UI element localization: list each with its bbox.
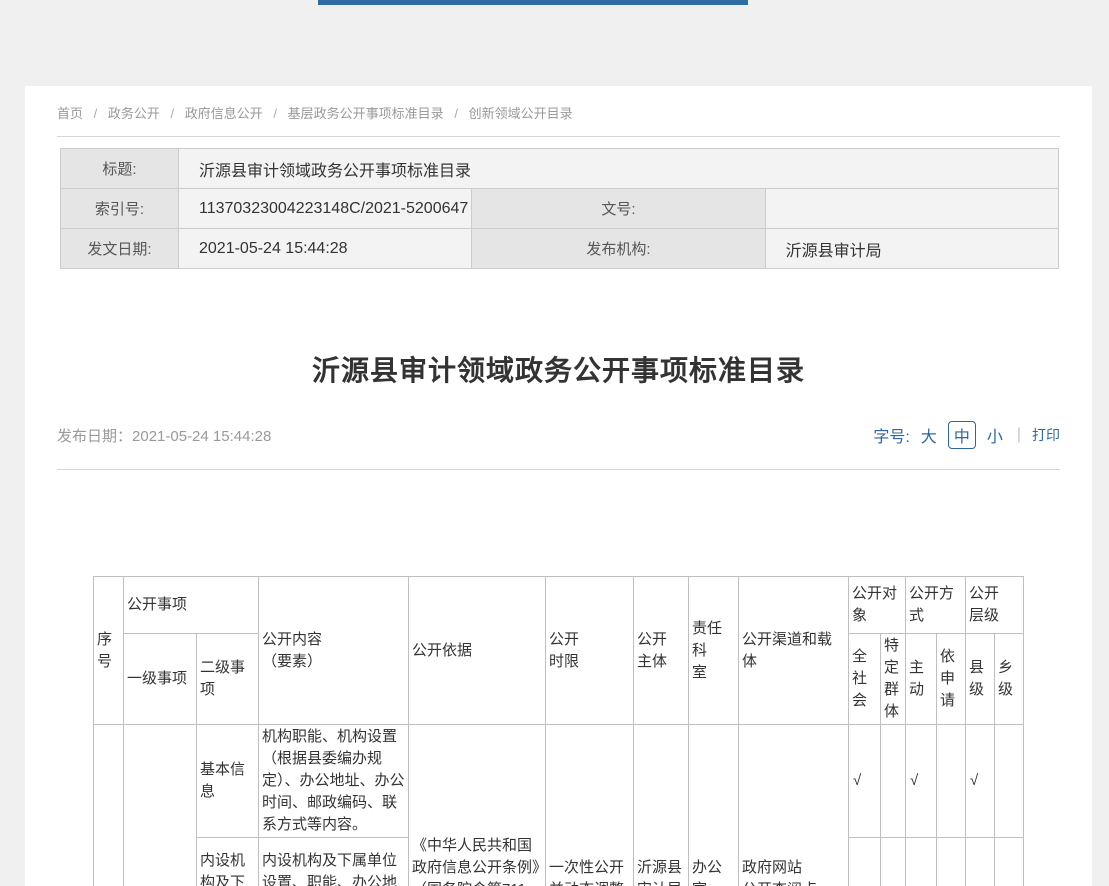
publish-date-value: 2021-05-24 15:44:28 [132, 428, 271, 445]
header-level-town: 乡 级 [995, 634, 1024, 725]
breadcrumb-item-government-info[interactable]: 政府信息公开 [185, 106, 263, 121]
cell-level2: 基本信息 [197, 725, 259, 838]
font-small-button[interactable]: 小 [984, 422, 1006, 448]
meta-index-label: 索引号: [61, 189, 179, 229]
cell-check-town [995, 725, 1024, 838]
cell-content: 机构职能、机构设置（根据县委编办规定）、办公地址、办公时间、邮政编码、联系方式等… [259, 725, 409, 838]
document-meta-table: 标题: 沂源县审计领域政务公开事项标准目录 索引号: 1137032300422… [60, 148, 1059, 269]
cell-check-specific [881, 725, 906, 838]
header-content: 公开内容 （要素） [259, 577, 409, 725]
breadcrumb-item-standard-catalog[interactable]: 基层政务公开事项标准目录 [288, 106, 444, 121]
breadcrumb-separator: / [273, 106, 277, 121]
breadcrumb: 首页 / 政务公开 / 政府信息公开 / 基层政务公开事项标准目录 / 创新领域… [57, 103, 1060, 136]
breadcrumb-separator: / [171, 106, 175, 121]
meta-date-value: 2021-05-24 15:44:28 [179, 229, 472, 269]
header-time-limit: 公开 时限 [546, 577, 634, 725]
cell-check-request [937, 725, 966, 838]
meta-org-label: 发布机构: [472, 229, 765, 269]
header-target-group: 公开对 象 [849, 577, 906, 634]
page-title: 沂源县审计领域政务公开事项标准目录 [57, 349, 1060, 389]
header-seq: 序 号 [94, 577, 124, 725]
cell-basis: 《中华人民共和国政府信息公开条例》（国务院令第711号） [409, 725, 546, 886]
meta-title-label: 标题: [61, 149, 179, 189]
cell-check-county: √ [966, 838, 995, 886]
cell-department: 办公室 [689, 725, 739, 886]
content-card: 首页 / 政务公开 / 政府信息公开 / 基层政务公开事项标准目录 / 创新领域… [25, 86, 1092, 886]
meta-row-title: 标题: 沂源县审计领域政务公开事项标准目录 [61, 149, 1059, 189]
cell-check-active: √ [906, 838, 937, 886]
header-subject: 公开 主体 [634, 577, 689, 725]
font-large-button[interactable]: 大 [918, 422, 940, 448]
cell-check-specific [881, 838, 906, 886]
cell-seq [94, 725, 124, 886]
breadcrumb-item-zhengwugongkai[interactable]: 政务公开 [108, 106, 160, 121]
meta-date-label: 发文日期: [61, 229, 179, 269]
header-level-group: 公开 层级 [966, 577, 1024, 634]
font-medium-button[interactable]: 中 [948, 421, 976, 449]
font-size-controls: 字号: 大 中 小 | 打印 [873, 421, 1060, 449]
header-level2: 二级事 项 [197, 634, 259, 725]
header-method-request: 依申 请 [937, 634, 966, 725]
cell-time-limit: 一次性公开并动态调整 [546, 725, 634, 886]
cell-level1 [124, 725, 197, 886]
publish-date-label: 发布日期： [57, 428, 132, 445]
meta-row-index: 索引号: 11370323004223148C/2021-5200647 文号: [61, 189, 1059, 229]
cell-subject: 沂源县审计局 [634, 725, 689, 886]
catalog-table: 序 号 公开事项 公开内容 （要素） 公开依据 公开 时限 公开 主体 责任科 … [93, 576, 1024, 886]
cell-check-all: √ [849, 725, 881, 838]
header-channel: 公开渠道和载 体 [739, 577, 849, 725]
cell-check-all: √ [849, 838, 881, 886]
top-nav-bar-fragment [318, 0, 748, 5]
font-size-label: 字号: [873, 423, 909, 447]
header-method-active: 主 动 [906, 634, 937, 725]
breadcrumb-item-current[interactable]: 创新领域公开目录 [469, 106, 573, 121]
cell-check-county: √ [966, 725, 995, 838]
breadcrumb-divider [57, 136, 1060, 137]
print-button[interactable]: 打印 [1032, 425, 1060, 445]
header-item-group: 公开事项 [124, 577, 259, 634]
publish-date: 发布日期：2021-05-24 15:44:28 [57, 425, 271, 446]
article-divider [57, 469, 1060, 470]
cell-check-request [937, 838, 966, 886]
vertical-divider: | [1017, 426, 1021, 444]
meta-org-value: 沂源县审计局 [765, 229, 1058, 269]
cell-channel: 政府网站 公开查阅点 [739, 725, 849, 886]
cell-check-town [995, 838, 1024, 886]
breadcrumb-separator: / [454, 106, 458, 121]
header-target-specific: 特 定 群 体 [881, 634, 906, 725]
meta-title-value: 沂源县审计领域政务公开事项标准目录 [179, 149, 1059, 189]
header-basis: 公开依据 [409, 577, 546, 725]
meta-row-date: 发文日期: 2021-05-24 15:44:28 发布机构: 沂源县审计局 [61, 229, 1059, 269]
header-level1: 一级事项 [124, 634, 197, 725]
cell-content: 内设机构及下属单位设置、职能、办公地址、办公时间、联系方式、负责人姓名 [259, 838, 409, 886]
cell-check-active: √ [906, 725, 937, 838]
table-row: 基本信息 机构职能、机构设置（根据县委编办规定）、办公地址、办公时间、邮政编码、… [94, 725, 1024, 838]
header-department: 责任科 室 [689, 577, 739, 725]
cell-level2: 内设机构及下属事业 [197, 838, 259, 886]
header-level-county: 县 级 [966, 634, 995, 725]
breadcrumb-item-home[interactable]: 首页 [57, 106, 83, 121]
header-target-all: 全社 会 [849, 634, 881, 725]
article-meta-bar: 发布日期：2021-05-24 15:44:28 字号: 大 中 小 | 打印 [57, 421, 1060, 449]
meta-index-value: 11370323004223148C/2021-5200647 [179, 189, 472, 229]
catalog-header-row-1: 序 号 公开事项 公开内容 （要素） 公开依据 公开 时限 公开 主体 责任科 … [94, 577, 1024, 634]
meta-docno-value [765, 189, 1058, 229]
header-method-group: 公开方式 [906, 577, 966, 634]
meta-docno-label: 文号: [472, 189, 765, 229]
breadcrumb-separator: / [94, 106, 98, 121]
